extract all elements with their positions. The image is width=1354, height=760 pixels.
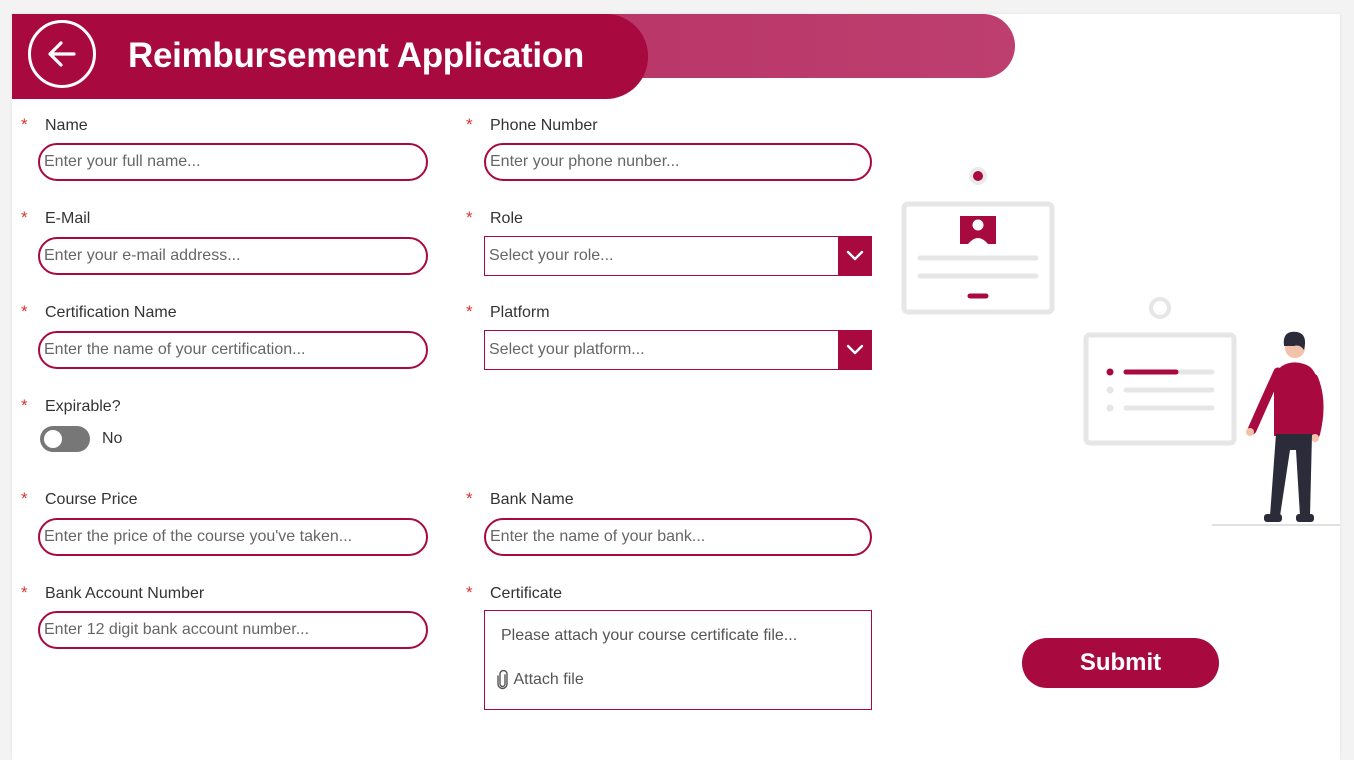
expirable-value-label: No <box>102 430 123 447</box>
expirable-toggle[interactable] <box>40 426 90 452</box>
bank-name-label: Bank Name <box>490 491 574 508</box>
bank-account-input[interactable]: Enter 12 digit bank account number... <box>38 611 428 649</box>
page-title: Reimbursement Application <box>128 36 584 75</box>
bank-name-input[interactable]: Enter the name of your bank... <box>484 518 872 556</box>
required-marker: * <box>21 489 28 508</box>
required-marker: * <box>21 302 28 321</box>
required-marker: * <box>466 489 473 508</box>
chevron-down-icon <box>846 250 864 261</box>
certificate-attachment-box[interactable]: Please attach your course certificate fi… <box>484 610 872 710</box>
phone-label: Phone Number <box>490 117 598 134</box>
header-accent-bar <box>600 14 1015 78</box>
toggle-knob <box>44 430 62 448</box>
chevron-down-icon <box>846 344 864 355</box>
expirable-label: Expirable? <box>45 398 121 415</box>
course-price-label: Course Price <box>45 491 138 508</box>
platform-select-value: Select your platform... <box>489 341 645 358</box>
required-marker: * <box>21 583 28 602</box>
email-input[interactable]: Enter your e-mail address... <box>38 237 428 275</box>
attach-file-button[interactable]: Attach file <box>497 669 584 690</box>
role-select-value: Select your role... <box>489 247 614 264</box>
required-marker: * <box>466 208 473 227</box>
role-select[interactable]: Select your role... <box>484 236 872 276</box>
name-input[interactable]: Enter your full name... <box>38 143 428 181</box>
certificate-label: Certificate <box>490 585 563 602</box>
platform-select[interactable]: Select your platform... <box>484 330 872 370</box>
required-marker: * <box>21 115 28 134</box>
certificate-hint: Please attach your course certificate fi… <box>501 627 798 644</box>
bank-account-label: Bank Account Number <box>45 585 205 602</box>
required-marker: * <box>466 115 473 134</box>
role-label: Role <box>490 210 523 227</box>
required-marker: * <box>21 208 28 227</box>
platform-label: Platform <box>490 304 550 321</box>
required-marker: * <box>21 396 28 415</box>
phone-input[interactable]: Enter your phone nunber... <box>484 143 872 181</box>
required-marker: * <box>466 302 473 321</box>
attach-file-label: Attach file <box>513 671 584 688</box>
role-dropdown-button[interactable] <box>838 237 871 275</box>
submit-button[interactable]: Submit <box>1022 638 1219 688</box>
cert-name-label: Certification Name <box>45 304 177 321</box>
arrow-left-icon <box>48 41 76 67</box>
paperclip-icon <box>497 669 508 690</box>
required-marker: * <box>466 583 473 602</box>
course-price-input[interactable]: Enter the price of the course you've tak… <box>38 518 428 556</box>
email-label: E-Mail <box>45 210 91 227</box>
cert-name-input[interactable]: Enter the name of your certification... <box>38 331 428 369</box>
back-button[interactable] <box>28 20 96 88</box>
platform-dropdown-button[interactable] <box>838 331 871 369</box>
illustration-id-cards <box>901 167 1340 526</box>
name-label: Name <box>45 117 88 134</box>
